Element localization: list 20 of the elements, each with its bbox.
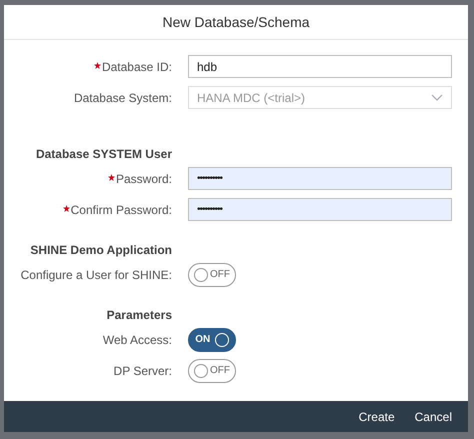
chevron-down-icon [431,94,443,101]
dialog-title: New Database/Schema [4,5,468,40]
field-label: Database System: [74,90,172,104]
field-label: Password: [116,172,172,186]
section-heading: Parameters [106,308,172,322]
text-field[interactable]: hdb [188,55,452,78]
field-label: Configure a User for SHINE: [20,268,172,282]
password-field[interactable]: •••••••••• [188,167,452,190]
field-label: Confirm Password: [70,202,172,216]
footer-button[interactable]: Create [350,406,403,428]
toggle-switch[interactable]: OFF [188,262,236,286]
field-label: Database ID: [102,60,172,74]
field-label: Web Access: [102,332,172,346]
footer-button[interactable]: Cancel [406,406,460,428]
field-label: DP Server: [114,364,172,378]
toggle-switch[interactable]: OFF [188,358,236,382]
section-heading: SHINE Demo Application [29,243,172,257]
password-field[interactable]: •••••••••• [188,198,452,221]
toggle-switch[interactable]: ON [188,328,236,352]
section-heading: Database SYSTEM User [34,147,172,161]
